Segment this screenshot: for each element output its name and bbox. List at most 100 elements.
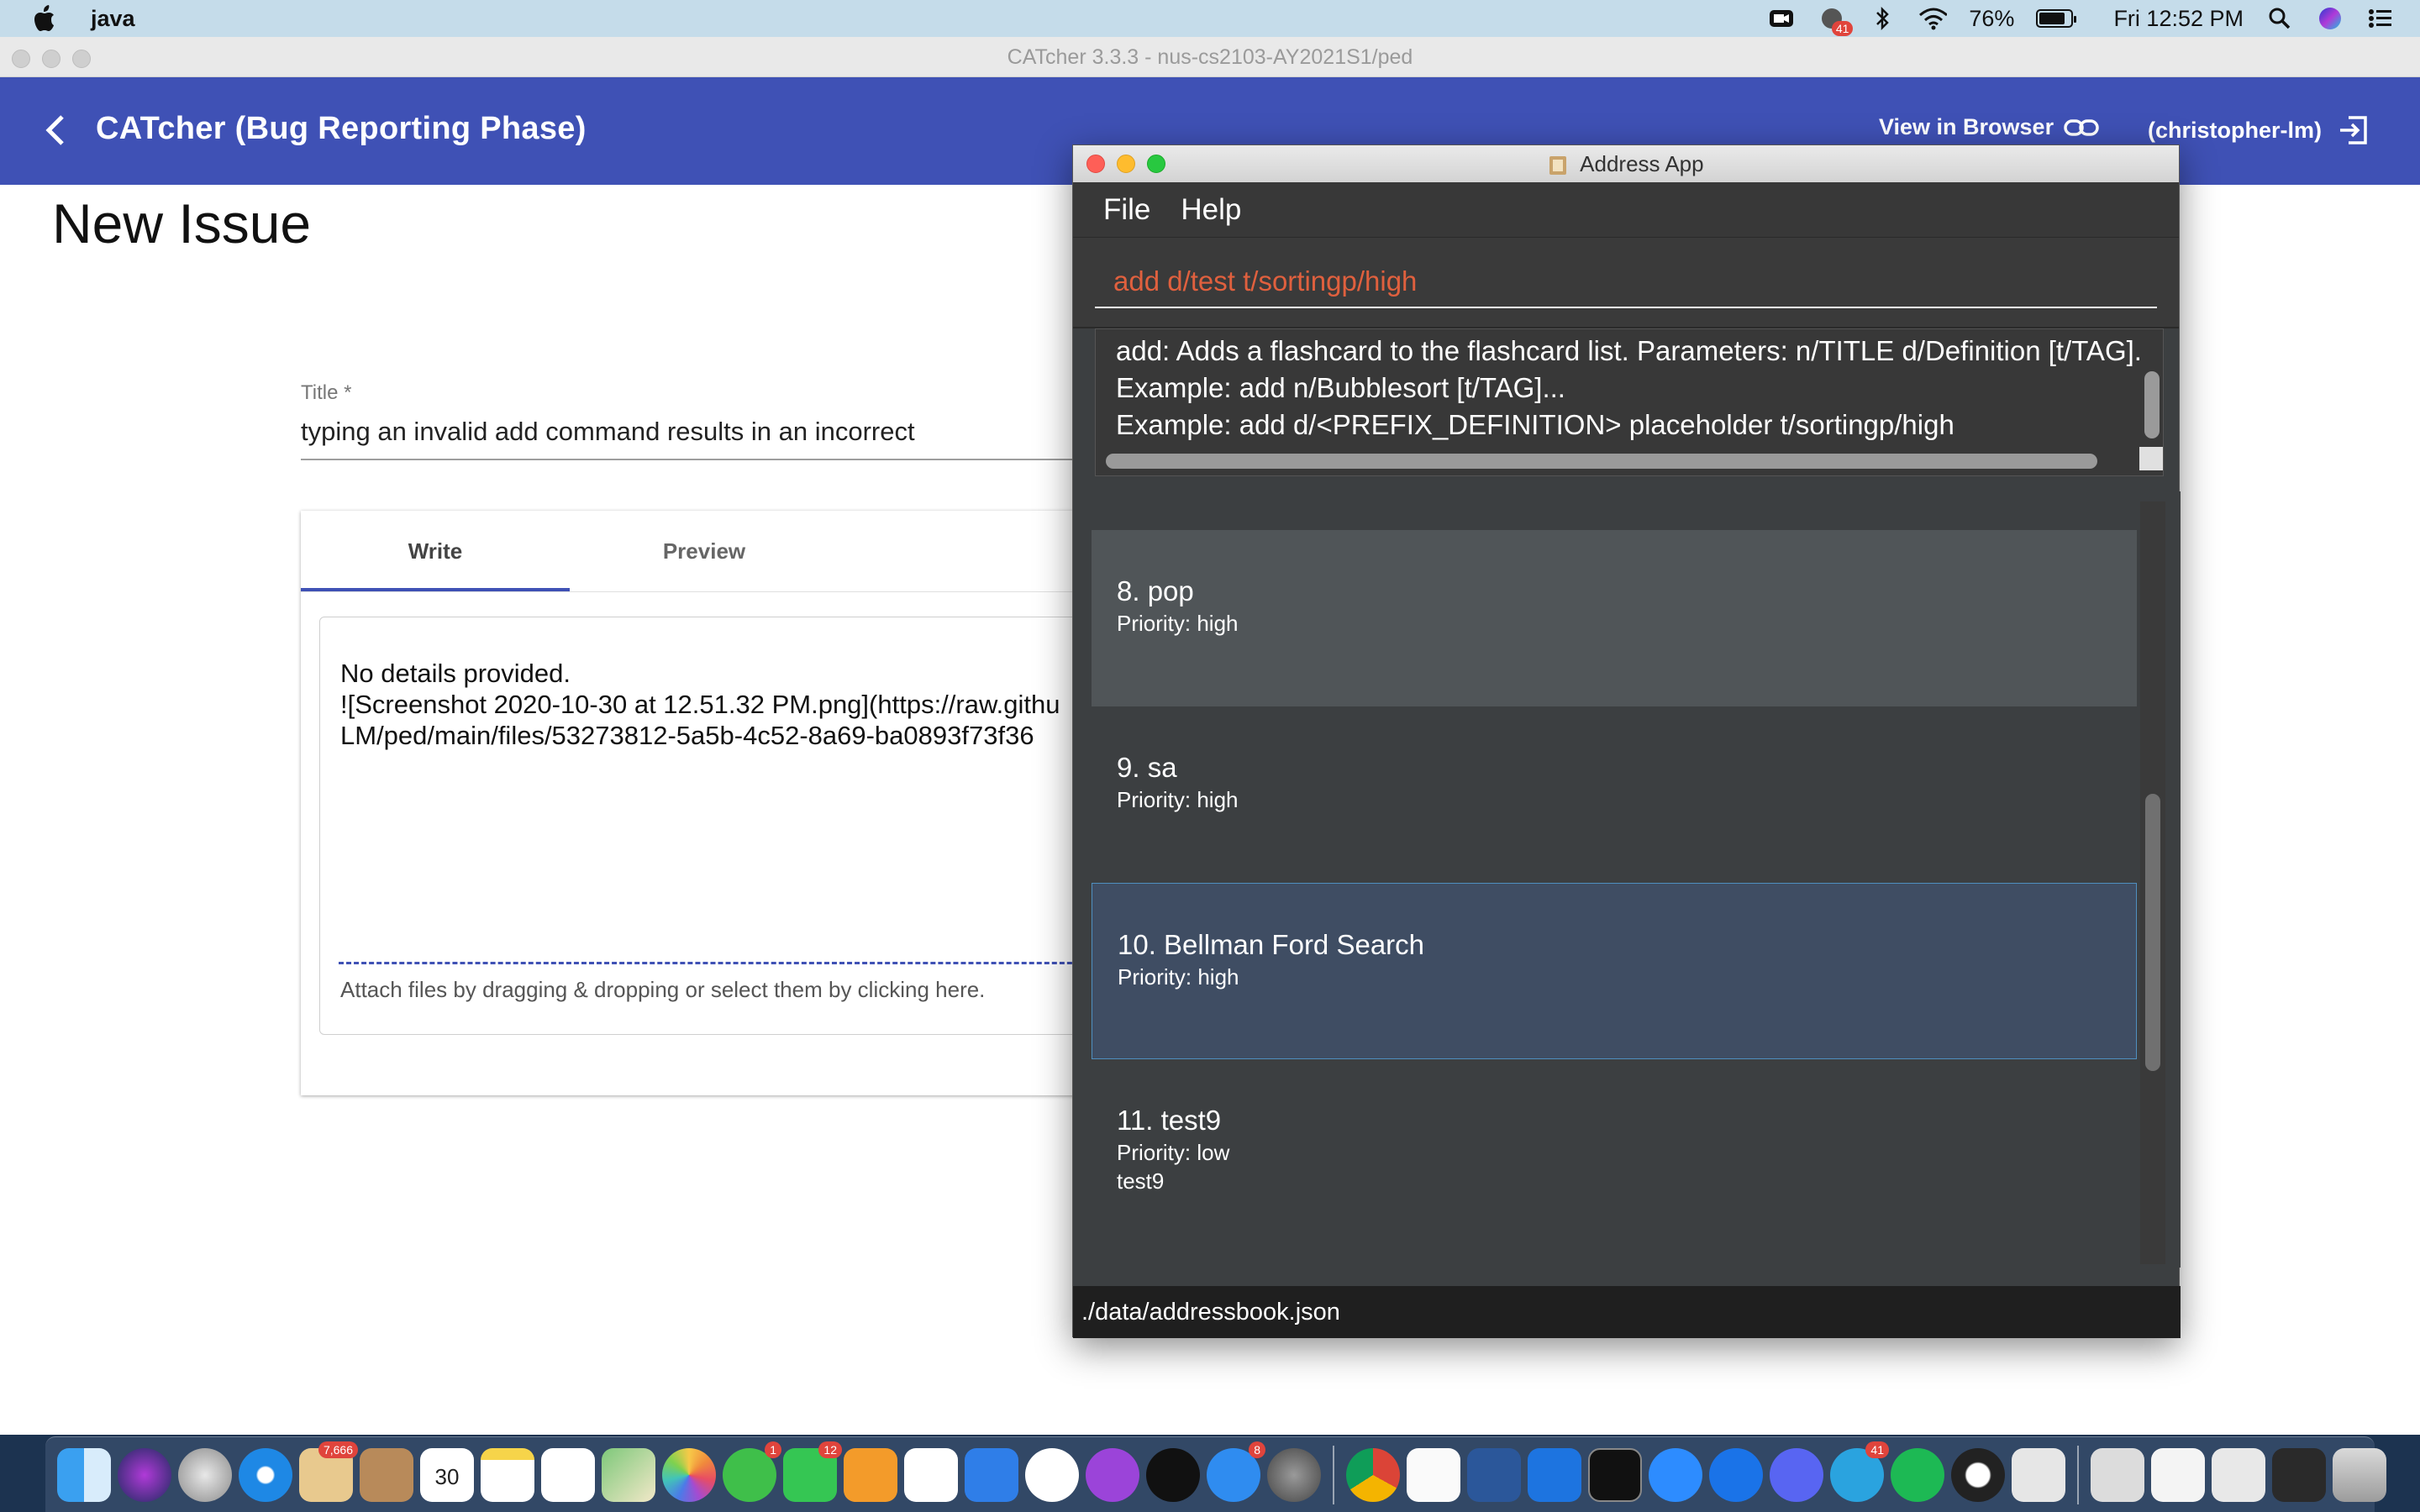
list-item[interactable] bbox=[1092, 501, 2137, 530]
card-title: 8. pop bbox=[1117, 575, 1194, 606]
podcasts-icon[interactable] bbox=[1086, 1447, 1139, 1502]
messages-icon[interactable]: 1 bbox=[723, 1441, 781, 1502]
screenshot-stack-icon[interactable] bbox=[2212, 1447, 2265, 1502]
title-field-label: Title * bbox=[301, 381, 352, 404]
discord-icon[interactable] bbox=[1770, 1447, 1823, 1502]
facetime-icon[interactable]: 12 bbox=[783, 1441, 842, 1502]
tabs-divider bbox=[301, 591, 1091, 592]
list-vertical-scrollbar[interactable] bbox=[2145, 794, 2160, 1071]
title-input-underline bbox=[301, 459, 1074, 460]
keynote-icon[interactable] bbox=[965, 1447, 1018, 1502]
trash-icon[interactable] bbox=[2333, 1447, 2386, 1502]
notification-icon[interactable]: 41 bbox=[1818, 6, 1854, 36]
logout-button[interactable]: (christopher-lm) bbox=[2148, 114, 2369, 146]
status-bar: ./data/addressbook.json bbox=[1073, 1286, 2181, 1338]
xcode-icon[interactable] bbox=[1528, 1447, 1581, 1502]
wifi-icon[interactable] bbox=[1918, 6, 1948, 31]
system-preferences-icon[interactable] bbox=[1267, 1447, 1321, 1502]
description-textarea[interactable]: No details provided. ![Screenshot 2020-1… bbox=[319, 617, 1091, 1035]
menu-file[interactable]: File bbox=[1103, 193, 1150, 227]
list-item[interactable]: 9. sa Priority: high bbox=[1092, 706, 2137, 883]
result-scroll-corner bbox=[2139, 447, 2163, 470]
telegram-icon[interactable]: 41 bbox=[1830, 1441, 1889, 1502]
app-store-icon[interactable]: 8 bbox=[1207, 1441, 1265, 1502]
address-app-minimize-button[interactable] bbox=[1117, 155, 1135, 173]
list-item[interactable]: 11. test9 Priority: low test9 bbox=[1092, 1059, 2137, 1236]
card-title: 10. Bellman Ford Search bbox=[1118, 929, 1425, 960]
address-app-menubar: File Help bbox=[1073, 182, 2179, 238]
address-app-titlebar[interactable]: Address App bbox=[1073, 145, 2179, 182]
textedit-icon[interactable] bbox=[1407, 1447, 1460, 1502]
address-app-close-button[interactable] bbox=[1086, 155, 1105, 173]
address-app-zoom-button[interactable] bbox=[1147, 155, 1165, 173]
mail-icon[interactable]: 7,666 bbox=[299, 1441, 358, 1502]
result-display[interactable]: add: Adds a flashcard to the flashcard l… bbox=[1095, 328, 2164, 476]
tab-write[interactable]: Write bbox=[301, 511, 570, 591]
minimized-window-icon[interactable] bbox=[2272, 1447, 2326, 1502]
menu-help[interactable]: Help bbox=[1181, 193, 1241, 227]
menu-bar: java 41 76% Fri 12:52 PM bbox=[0, 0, 2420, 37]
catcher-minimize-button[interactable] bbox=[42, 50, 60, 68]
active-app-name[interactable]: java bbox=[91, 6, 135, 32]
terminal-icon[interactable] bbox=[1588, 1447, 1642, 1502]
contacts-icon[interactable] bbox=[360, 1447, 413, 1502]
flashcard-list-panel: 8. pop Priority: high 9. sa Priority: hi… bbox=[1073, 491, 2181, 1268]
control-list-icon[interactable] bbox=[2366, 6, 2395, 31]
title-input[interactable]: typing an invalid add command results in… bbox=[301, 417, 915, 447]
location-app-icon[interactable] bbox=[1709, 1447, 1763, 1502]
notes-icon[interactable] bbox=[481, 1447, 534, 1502]
messages-badge: 1 bbox=[765, 1441, 781, 1458]
view-in-browser-label: View in Browser bbox=[1879, 114, 2054, 139]
siri-icon[interactable] bbox=[2316, 6, 2344, 31]
result-vertical-scrollbar[interactable] bbox=[2144, 371, 2160, 438]
list-item-selected[interactable]: 10. Bellman Ford Search Priority: high bbox=[1092, 883, 2137, 1059]
siri-dock-icon[interactable] bbox=[118, 1447, 171, 1502]
catcher-close-button[interactable] bbox=[12, 50, 30, 68]
attach-files-dropzone[interactable]: Attach files by dragging & dropping or s… bbox=[340, 977, 985, 1003]
spotlight-search-icon[interactable] bbox=[2265, 6, 2294, 31]
safari-icon[interactable] bbox=[239, 1447, 292, 1502]
downloads-stack-icon[interactable] bbox=[2091, 1447, 2144, 1502]
back-button[interactable] bbox=[37, 109, 72, 151]
catcher-zoom-button[interactable] bbox=[72, 50, 91, 68]
command-input[interactable] bbox=[1095, 256, 2157, 308]
spotify-icon[interactable] bbox=[1891, 1447, 1944, 1502]
music-icon[interactable] bbox=[1025, 1447, 1079, 1502]
document-stack-icon[interactable] bbox=[2151, 1447, 2205, 1502]
quicktime-icon[interactable] bbox=[1951, 1447, 2005, 1502]
logout-icon bbox=[2340, 116, 2367, 144]
word-icon[interactable] bbox=[1467, 1447, 1521, 1502]
result-text: add: Adds a flashcard to the flashcard l… bbox=[1116, 335, 2142, 440]
clock[interactable]: Fri 12:52 PM bbox=[2113, 6, 2244, 32]
catcher-window-title: CATcher 3.3.3 - nus-cs2103-AY2021S1/ped bbox=[1007, 45, 1413, 69]
description-editor: Write Preview No details provided. ![Scr… bbox=[301, 511, 1091, 1095]
battery-icon[interactable] bbox=[2036, 9, 2077, 28]
attach-dropzone-border bbox=[339, 962, 1090, 964]
chrome-icon[interactable] bbox=[1346, 1447, 1400, 1502]
launchpad-icon[interactable] bbox=[178, 1447, 232, 1502]
calendar-icon[interactable]: 30 bbox=[420, 1447, 474, 1502]
card-description: test9 bbox=[1117, 1168, 1165, 1194]
dock: 7,666 30 1 12 8 41 bbox=[45, 1436, 2386, 1512]
zoom-icon[interactable] bbox=[1767, 6, 1796, 31]
command-box bbox=[1073, 238, 2179, 328]
app-store-badge: 8 bbox=[1249, 1441, 1265, 1458]
catcher-window-titlebar[interactable]: CATcher 3.3.3 - nus-cs2103-AY2021S1/ped bbox=[0, 37, 2420, 77]
card-priority: Priority: high bbox=[1117, 611, 1239, 636]
maps-icon[interactable] bbox=[602, 1447, 655, 1502]
numbers-icon[interactable] bbox=[904, 1447, 958, 1502]
bluetooth-icon[interactable] bbox=[1868, 6, 1897, 31]
calendar-day: 30 bbox=[434, 1463, 460, 1489]
view-in-browser-button[interactable]: View in Browser bbox=[1879, 114, 2099, 140]
result-horizontal-scrollbar[interactable] bbox=[1106, 454, 2097, 469]
reminders-icon[interactable] bbox=[541, 1447, 595, 1502]
photos-icon[interactable] bbox=[662, 1447, 716, 1502]
java-dock-icon[interactable] bbox=[2012, 1447, 2065, 1502]
pages-icon[interactable] bbox=[844, 1447, 897, 1502]
finder-icon[interactable] bbox=[57, 1447, 111, 1502]
apple-tv-icon[interactable] bbox=[1146, 1447, 1200, 1502]
tab-preview[interactable]: Preview bbox=[570, 511, 839, 591]
apple-icon[interactable] bbox=[34, 4, 59, 33]
zoom-app-icon[interactable] bbox=[1649, 1447, 1702, 1502]
list-item[interactable]: 8. pop Priority: high bbox=[1092, 530, 2137, 706]
